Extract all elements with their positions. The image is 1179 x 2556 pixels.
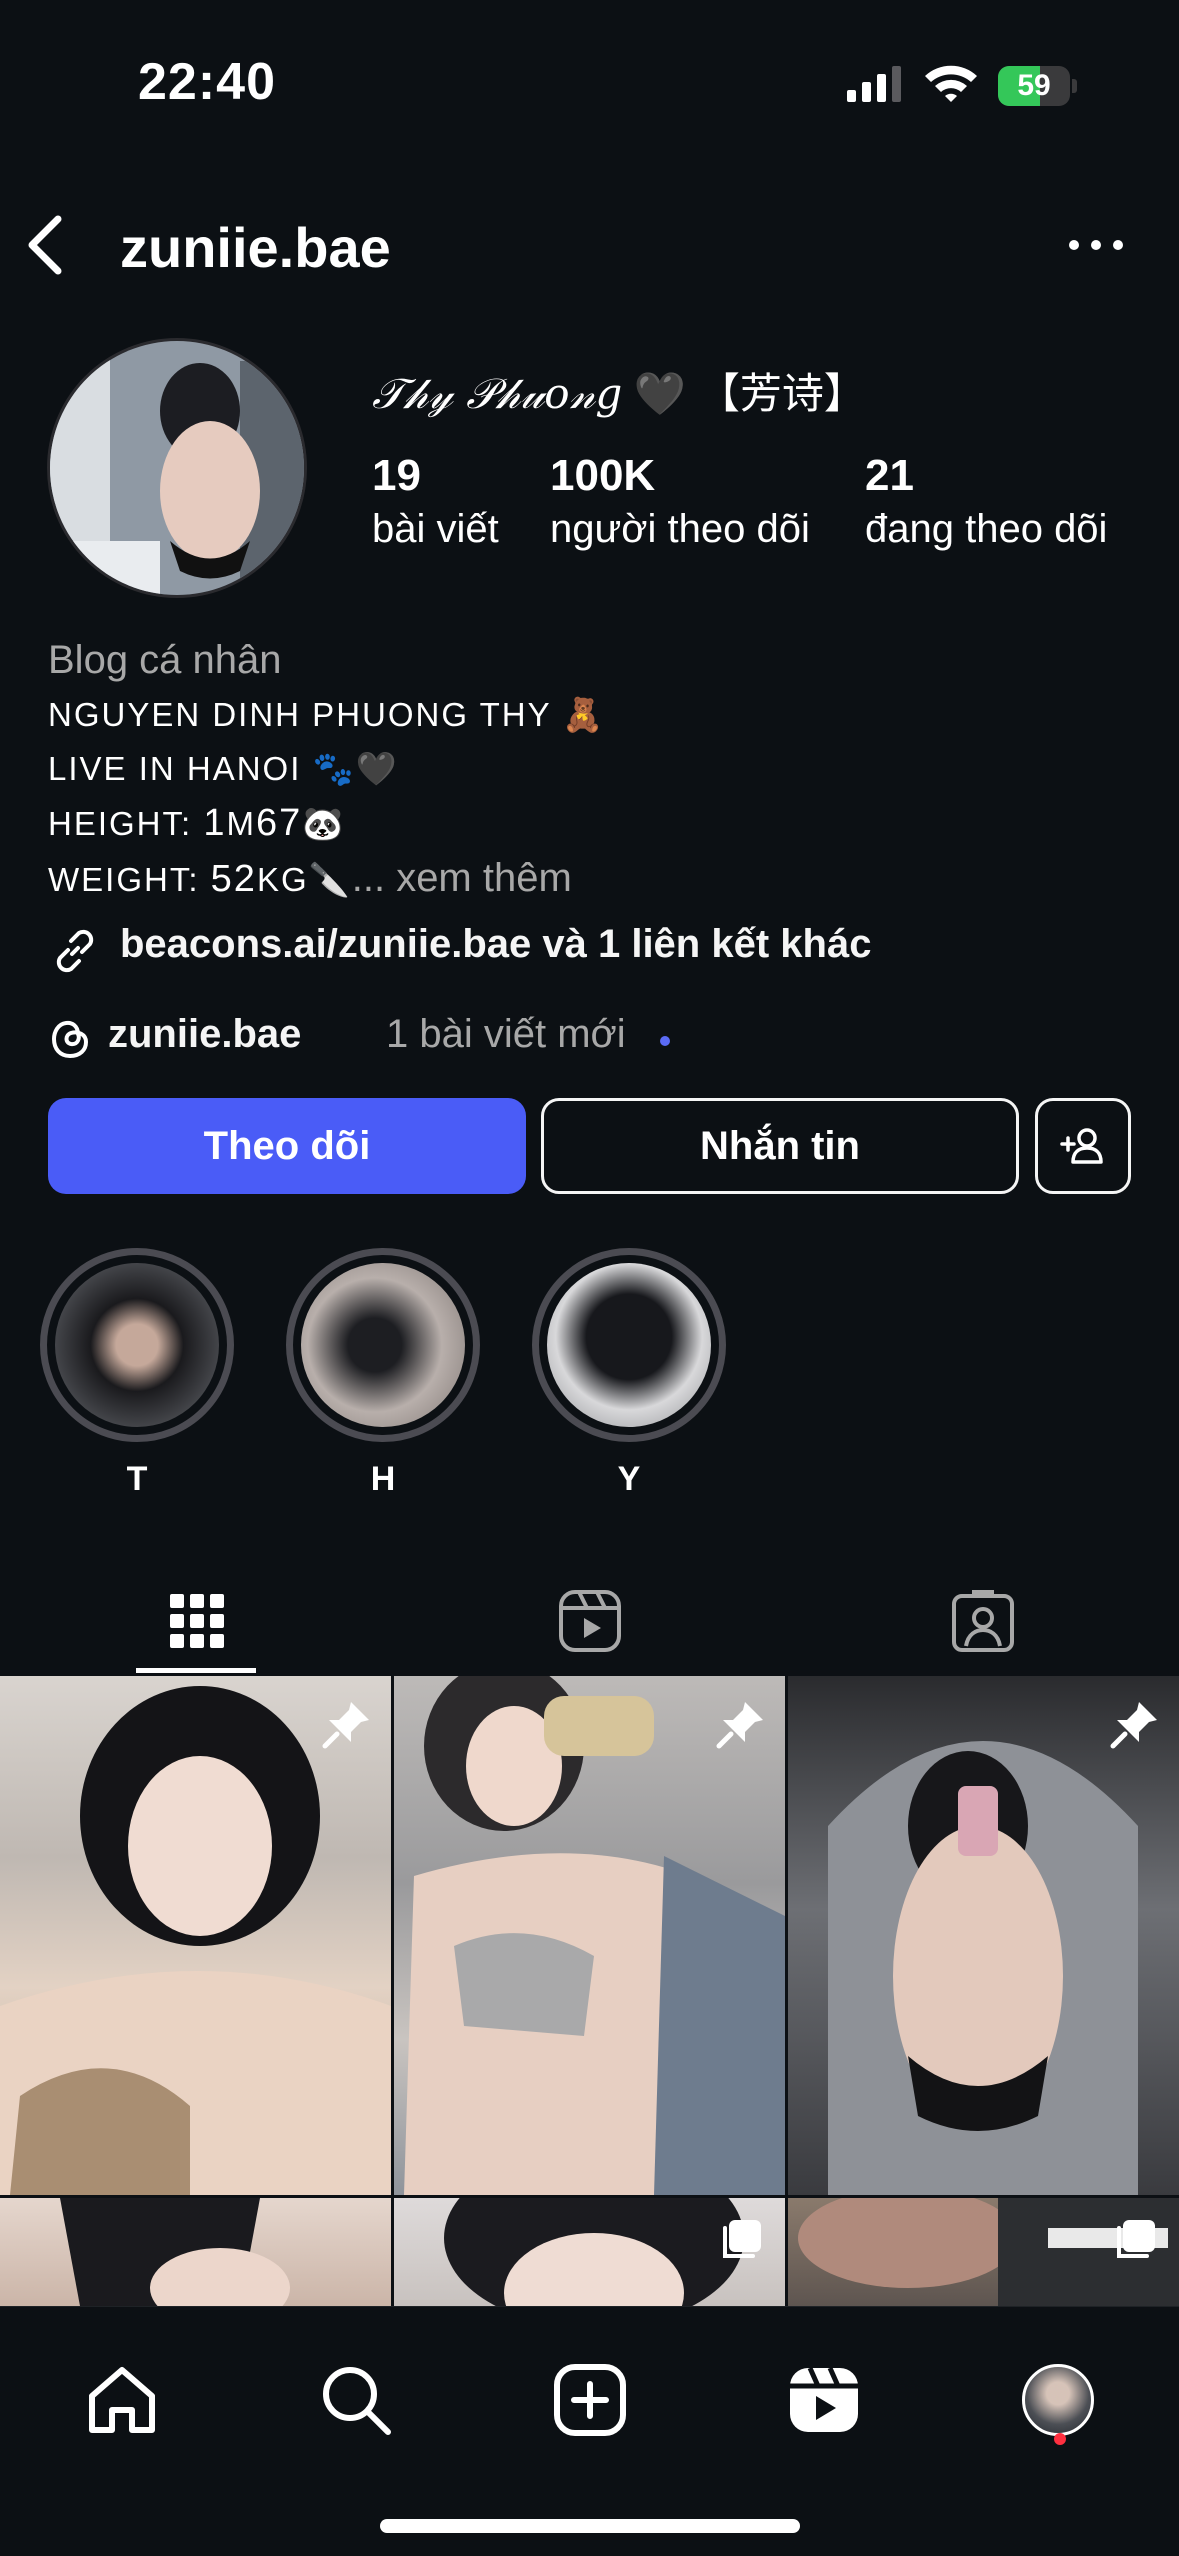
- bio-weight-emoji: 🔪: [308, 861, 352, 898]
- battery-percentage: 59: [1017, 69, 1051, 102]
- status-time: 22:40: [138, 53, 276, 111]
- post-thumbnail[interactable]: [0, 1676, 391, 2195]
- bio-links[interactable]: beacons.ai/zuniie.bae và 1 liên kết khác: [48, 918, 1148, 978]
- display-name: 𝒯𝒽𝓎 𝒫𝒽𝓊𝑜𝓃𝑔 🖤 【芳诗】: [372, 360, 866, 421]
- stat-posts-value: 19: [372, 451, 421, 500]
- bio-category: Blog cá nhân: [48, 638, 282, 682]
- highlight-label: Y: [617, 1460, 641, 1498]
- follow-button[interactable]: Theo dõi: [48, 1098, 526, 1194]
- grid-icon: [169, 1594, 224, 1648]
- bio-weight-prefix: Weight:: [48, 861, 211, 898]
- highlight-cover: [301, 1263, 465, 1427]
- status-bar: 22:40 59: [0, 0, 1179, 150]
- multiple-photos-icon: [723, 2220, 761, 2258]
- post-thumbnail[interactable]: [394, 2198, 785, 2306]
- post-thumbnail[interactable]: [0, 2198, 391, 2306]
- bio-line-name: Nguyen Dinh Phuong Thy 🧸: [48, 696, 606, 733]
- reels-icon: [558, 1590, 621, 1652]
- post-thumbnail[interactable]: [788, 2198, 1179, 2306]
- chevron-left-icon[interactable]: [22, 213, 72, 277]
- add-user-icon: [1060, 1128, 1103, 1164]
- plus-square-icon: [554, 2364, 626, 2436]
- bio-height-num2: 67: [256, 802, 303, 844]
- message-button[interactable]: Nhắn tin: [541, 1098, 1019, 1194]
- reels-icon: [790, 2366, 858, 2432]
- bio-line-height: Height: 1m67🐼: [48, 796, 1148, 851]
- threads-username: zuniie.bae: [108, 1012, 302, 1056]
- highlight-label: H: [370, 1460, 396, 1498]
- search-icon: [323, 2367, 391, 2435]
- stat-posts[interactable]: 19 bài viết: [372, 450, 499, 556]
- post-grid: [0, 1676, 1179, 2306]
- threads-icon: [51, 1020, 89, 1059]
- stat-following[interactable]: 21 đang theo dõi: [865, 450, 1107, 556]
- tagged-person-icon: [951, 1590, 1014, 1652]
- bottom-navigation: [0, 2306, 1179, 2556]
- battery-indicator: 59: [998, 66, 1078, 106]
- post-image: [60, 2198, 290, 2306]
- avatar: [1022, 2364, 1094, 2436]
- profile-username: zuniie.bae: [120, 216, 391, 279]
- bio-link-text[interactable]: beacons.ai/zuniie.bae và 1 liên kết khác: [120, 922, 871, 967]
- nav-home[interactable]: [77, 2355, 167, 2445]
- bio-height-prefix: Height:: [48, 805, 204, 842]
- post-image: [0, 1686, 391, 2195]
- stat-following-label: đang theo dõi: [865, 507, 1108, 551]
- post-thumbnail[interactable]: [394, 1676, 785, 2195]
- link-icon: [56, 929, 94, 973]
- story-highlight[interactable]: Y: [532, 1248, 726, 1499]
- tab-grid[interactable]: [0, 1566, 393, 1676]
- ellipsis-icon[interactable]: [1066, 231, 1126, 259]
- nav-profile[interactable]: [1013, 2355, 1103, 2445]
- highlight-cover: [547, 1263, 711, 1427]
- pin-icon: [322, 1702, 369, 1749]
- post-thumbnail[interactable]: [788, 1676, 1179, 2195]
- nav-search[interactable]: [311, 2355, 401, 2445]
- notification-dot: [1054, 2433, 1066, 2445]
- display-name-suffix: 🖤 【芳诗】: [633, 370, 866, 417]
- cellular-signal-icon: [847, 66, 901, 102]
- pin-icon: [1110, 1702, 1157, 1749]
- wifi-icon: [925, 65, 977, 102]
- highlight-label: T: [126, 1460, 148, 1498]
- stat-following-value: 21: [865, 451, 914, 500]
- stat-followers-label: người theo dõi: [550, 507, 810, 551]
- profile-bio: Blog cá nhân Nguyen Dinh Phuong Thy 🧸 Li…: [48, 632, 1148, 907]
- threads-note: 1 bài viết mới: [386, 1012, 626, 1056]
- suggest-users-button[interactable]: [1035, 1098, 1131, 1194]
- highlight-cover: [55, 1263, 219, 1427]
- pin-icon: [716, 1702, 763, 1749]
- post-image: [404, 1676, 785, 2195]
- bio-line-location: Live in Hanoi 🐾🖤: [48, 750, 399, 787]
- nav-create[interactable]: [545, 2355, 635, 2445]
- profile-stats: 19 bài viết 100K người theo dõi 21 đang …: [372, 450, 1162, 560]
- home-indicator: [380, 2519, 800, 2533]
- story-highlight[interactable]: T: [40, 1248, 234, 1499]
- nav-reels[interactable]: [779, 2355, 869, 2445]
- profile-tabs: [0, 1566, 1179, 1676]
- tab-reels[interactable]: [393, 1566, 786, 1676]
- stat-followers[interactable]: 100K người theo dõi: [550, 450, 810, 556]
- home-icon: [89, 2367, 155, 2433]
- bio-height-emoji: 🐼: [302, 805, 346, 842]
- post-image: [828, 1741, 1138, 2195]
- story-highlight[interactable]: H: [286, 1248, 480, 1499]
- profile-avatar[interactable]: [47, 338, 307, 598]
- bio-more-link[interactable]: ... xem thêm: [352, 856, 572, 900]
- bio-height-num: 1: [203, 802, 227, 844]
- tab-tagged[interactable]: [786, 1566, 1179, 1676]
- threads-badge[interactable]: zuniie.bae 1 bài viết mới: [48, 1008, 1148, 1068]
- display-name-script: 𝒯𝒽𝓎 𝒫𝒽𝓊𝑜𝓃𝑔: [372, 369, 623, 418]
- threads-new-dot: [660, 1036, 670, 1046]
- stat-followers-value: 100K: [550, 451, 656, 500]
- stat-posts-label: bài viết: [372, 507, 499, 551]
- bio-weight-num: 52: [210, 858, 257, 900]
- bio-height-unit: m: [226, 805, 256, 842]
- multiple-photos-icon: [1117, 2220, 1155, 2258]
- bio-line-weight: Weight: 52kg🔪... xem thêm: [48, 851, 1148, 907]
- profile-header: zuniie.bae: [0, 195, 1179, 295]
- bio-weight-unit: kg: [256, 861, 309, 898]
- active-tab-indicator: [136, 1668, 256, 1673]
